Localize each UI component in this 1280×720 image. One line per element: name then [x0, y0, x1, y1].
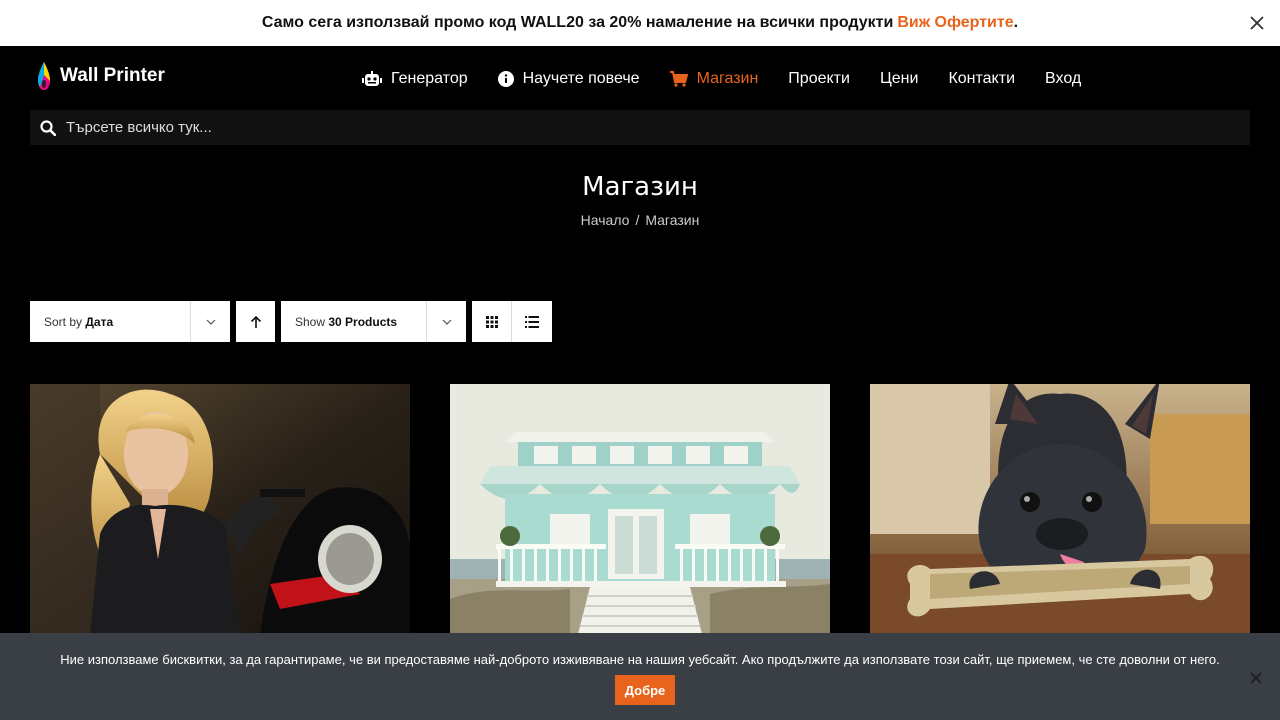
product-card[interactable]	[450, 384, 830, 634]
list-icon	[525, 315, 539, 328]
nav-item-label: Генератор	[391, 70, 468, 87]
chevron-down-icon	[206, 319, 215, 325]
list-view-button[interactable]	[512, 301, 552, 342]
breadcrumb: Начало / Магазин	[0, 212, 1280, 228]
breadcrumb-home[interactable]: Начало	[581, 212, 630, 228]
nav-item-pricing[interactable]: Цени	[880, 70, 919, 88]
promo-text: Само сега използвай промо код WALL20 за …	[261, 14, 894, 31]
product-image	[450, 384, 830, 634]
logo[interactable]: Wall Printer	[36, 61, 165, 91]
cookie-message: Ние използваме бисквитки, за да гарантир…	[60, 652, 1220, 667]
cookie-accept-button[interactable]: Добре	[615, 675, 675, 705]
search-bar	[30, 110, 1250, 145]
info-icon	[497, 71, 514, 87]
nav-item-label: Контакти	[948, 70, 1015, 87]
nav-item-login[interactable]: Вход	[1045, 70, 1081, 88]
nav-item-label: Магазин	[696, 70, 759, 87]
sort-value: Дата	[85, 314, 114, 329]
robot-icon	[362, 71, 382, 86]
promo-offers-link[interactable]: Виж Офертите	[897, 14, 1013, 32]
chevron-down-icon	[442, 319, 451, 325]
logo-drop-icon	[38, 62, 50, 90]
nav-item-label: Научете повече	[522, 70, 640, 87]
sort-direction-button[interactable]	[236, 301, 275, 342]
grid-icon	[485, 315, 498, 328]
cookie-banner: Ние използваме бисквитки, за да гарантир…	[0, 633, 1280, 720]
page-title: Магазин	[582, 172, 698, 202]
show-value: 30 Products	[328, 314, 398, 329]
show-count-dropdown[interactable]: Show 30 Products	[281, 301, 466, 342]
product-card[interactable]	[30, 384, 410, 634]
main-nav: Генератор Научете повече Магазин Проекти…	[362, 66, 1111, 92]
search-input[interactable]	[66, 119, 1166, 136]
breadcrumb-current: Магазин	[645, 212, 700, 228]
cart-icon	[669, 71, 688, 87]
breadcrumb-separator: /	[635, 212, 640, 228]
brand-name: Wall Printer	[60, 65, 165, 86]
product-image	[30, 384, 410, 634]
nav-item-shop[interactable]: Магазин	[669, 70, 759, 88]
sort-prefix: Sort by	[44, 314, 83, 329]
nav-item-projects[interactable]: Проекти	[788, 70, 850, 88]
nav-item-contacts[interactable]: Контакти	[948, 70, 1015, 88]
show-prefix: Show	[295, 314, 326, 329]
nav-item-label: Цени	[879, 70, 919, 87]
nav-item-generator[interactable]: Генератор	[362, 70, 468, 88]
nav-item-label: Проекти	[788, 70, 850, 87]
nav-item-label: Вход	[1045, 70, 1082, 87]
nav-item-learn-more[interactable]: Научете повече	[497, 70, 640, 88]
product-card[interactable]	[870, 384, 1250, 634]
product-image	[870, 384, 1250, 634]
sort-dropdown[interactable]: Sort by Дата	[30, 301, 230, 342]
promo-bar: Само сега използвай промо код WALL20 за …	[0, 0, 1280, 46]
close-icon[interactable]	[1248, 14, 1266, 32]
close-icon[interactable]	[1249, 671, 1263, 685]
promo-suffix: .	[1013, 14, 1019, 31]
search-icon	[40, 119, 56, 136]
grid-view-button[interactable]	[472, 301, 512, 342]
arrow-up-icon	[250, 315, 261, 328]
